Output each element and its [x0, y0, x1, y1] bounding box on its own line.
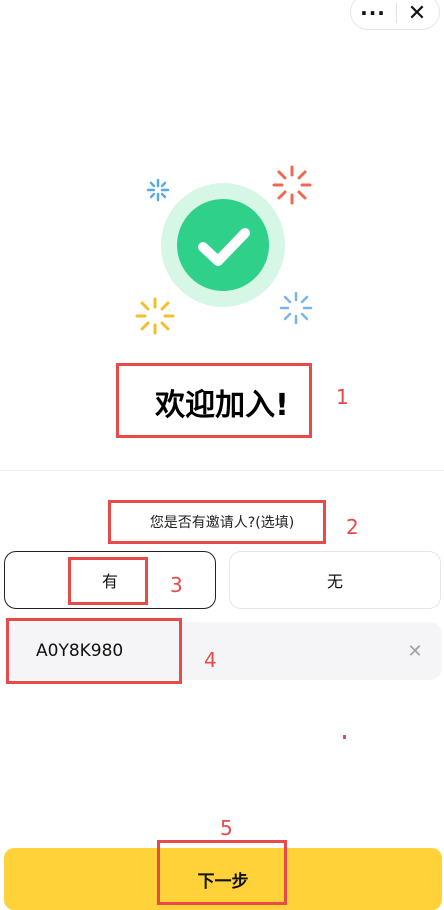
option-no-button[interactable]: 无	[229, 551, 441, 609]
clear-icon[interactable]: ✕	[402, 638, 428, 664]
option-yes-button[interactable]: 有	[4, 551, 216, 609]
more-icon[interactable]: ···	[351, 0, 395, 31]
success-check-icon	[135, 165, 313, 335]
section-divider	[0, 470, 444, 471]
sparkle-icon	[146, 178, 170, 202]
page-title: 欢迎加入!	[155, 388, 289, 423]
sparkle-icon	[135, 297, 175, 335]
annotation-label-2: 2	[346, 515, 359, 539]
inviter-code-field: ✕	[6, 622, 442, 680]
capsule-menu: ··· ✕	[350, 0, 440, 30]
annotation-label-3: 3	[170, 573, 183, 597]
next-button[interactable]: 下一步	[4, 848, 442, 910]
inviter-question: 您是否有邀请人?(选填)	[149, 515, 295, 531]
close-icon[interactable]: ✕	[395, 0, 439, 31]
sparkle-icon	[279, 291, 313, 325]
annotation-label-1: 1	[336, 385, 349, 409]
annotation-label-4: 4	[204, 648, 217, 672]
red-dot	[343, 735, 346, 739]
sparkle-icon	[272, 165, 312, 205]
annotation-label-5: 5	[220, 816, 233, 840]
